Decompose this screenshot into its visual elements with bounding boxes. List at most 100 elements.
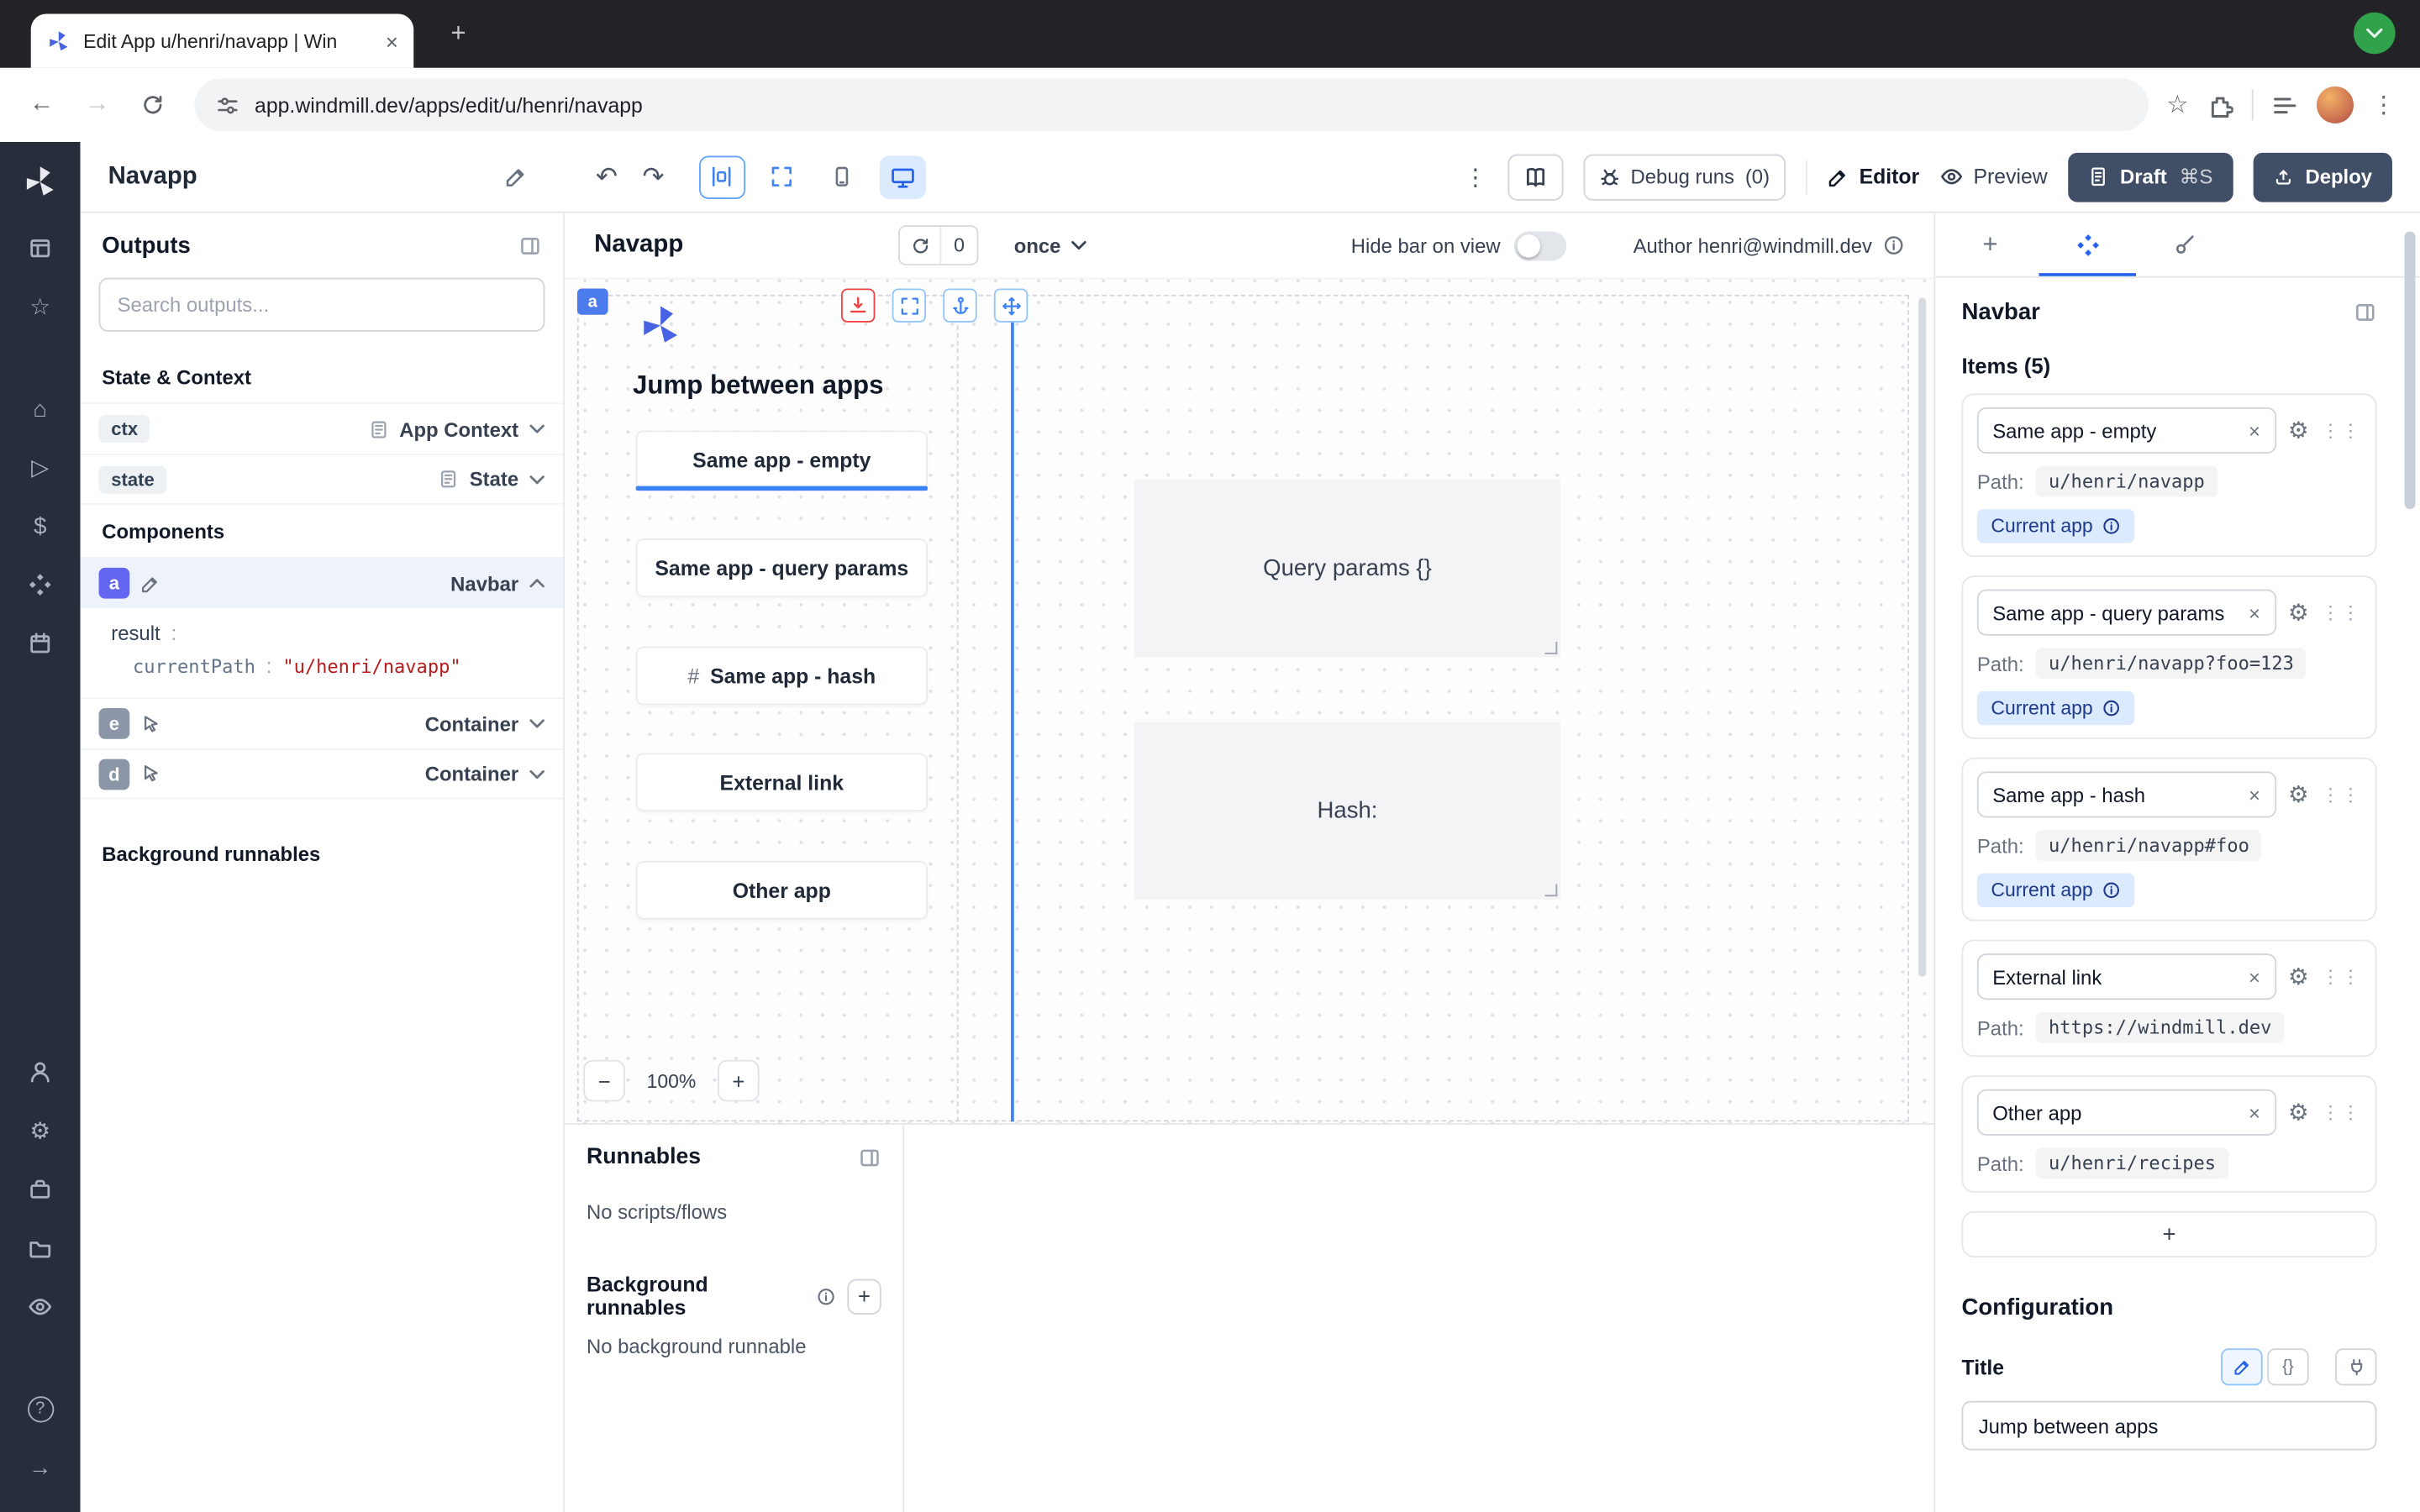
hide-bar-toggle[interactable] <box>1514 231 1566 260</box>
reload-button[interactable] <box>129 81 176 128</box>
anchor-handle-button[interactable] <box>943 288 976 322</box>
folders-icon[interactable] <box>0 1219 81 1278</box>
ctx-row[interactable]: ctx App Context <box>81 402 564 454</box>
apps-icon[interactable] <box>0 219 81 278</box>
drag-handle-icon[interactable]: ⋮⋮ <box>2321 966 2361 988</box>
info-icon[interactable] <box>2102 699 2121 717</box>
component-row-navbar[interactable]: a Navbar <box>81 557 564 608</box>
debug-runs-button[interactable]: Debug runs (0) <box>1583 154 1786 200</box>
more-options-icon[interactable]: ⋮ <box>1464 163 1487 191</box>
resize-handle-icon[interactable] <box>1545 884 1558 896</box>
deploy-button[interactable]: Deploy <box>2253 152 2392 202</box>
editor-tab[interactable]: Editor <box>1827 165 1919 189</box>
item-label-input[interactable]: Other app × <box>1977 1089 2275 1136</box>
item-settings-gear-icon[interactable]: ⚙ <box>2288 963 2309 990</box>
hash-component[interactable]: Hash: <box>1134 722 1560 900</box>
item-path-value[interactable]: u/henri/navapp?foo=123 <box>2036 648 2306 679</box>
rename-app-pencil-icon[interactable] <box>505 165 529 189</box>
item-path-value[interactable]: https://windmill.dev <box>2036 1012 2284 1043</box>
resources-icon[interactable] <box>0 555 81 614</box>
profile-avatar[interactable] <box>2317 87 2354 123</box>
refresh-pill[interactable]: 0 <box>898 225 979 265</box>
item-settings-gear-icon[interactable]: ⚙ <box>2288 1099 2309 1126</box>
variables-icon[interactable]: $ <box>0 496 81 555</box>
drag-handle-icon[interactable]: ⋮⋮ <box>2321 784 2361 806</box>
browser-tab[interactable]: Edit App u/henri/navapp | Win × <box>31 14 414 68</box>
item-path-value[interactable]: u/henri/navapp <box>2036 466 2217 497</box>
component-row-container-d[interactable]: d Container <box>81 748 564 800</box>
settings-components-tab[interactable] <box>2039 213 2136 276</box>
redo-button[interactable]: ↷ <box>643 161 665 192</box>
chevron-down-icon[interactable] <box>529 424 544 433</box>
item-label-input[interactable]: Same app - empty × <box>1977 407 2275 454</box>
expression-mode-button[interactable]: {} <box>2267 1348 2309 1385</box>
zoom-in-button[interactable]: + <box>718 1060 760 1102</box>
fullscreen-button[interactable] <box>759 155 805 198</box>
help-icon[interactable]: ? <box>0 1379 81 1438</box>
users-icon[interactable] <box>0 1043 81 1102</box>
settings-gear-icon[interactable]: ⚙ <box>0 1101 81 1160</box>
connect-input-button[interactable] <box>2335 1348 2377 1385</box>
query-params-component[interactable]: Query params {} <box>1134 480 1560 657</box>
run-mode-dropdown[interactable]: once <box>1014 234 1087 257</box>
item-path-value[interactable]: u/henri/recipes <box>2036 1148 2228 1179</box>
info-icon[interactable] <box>2102 517 2121 535</box>
app-canvas[interactable]: a Jump <box>565 278 1933 1124</box>
selected-component-tag[interactable]: a <box>577 288 608 314</box>
panel-icon[interactable] <box>858 1146 881 1169</box>
align-tool-button[interactable] <box>698 155 744 198</box>
home-icon[interactable]: ⌂ <box>0 380 81 438</box>
component-row-container-e[interactable]: e Container <box>81 697 564 748</box>
title-value-input[interactable] <box>1961 1401 2376 1451</box>
tab-close-icon[interactable]: × <box>386 30 398 52</box>
chevron-up-icon[interactable] <box>529 579 544 588</box>
info-icon[interactable] <box>1883 234 1905 256</box>
workers-icon[interactable] <box>0 1160 81 1219</box>
favorites-star-icon[interactable]: ☆ <box>0 278 81 337</box>
draft-button[interactable]: Draft ⌘S <box>2068 152 2233 202</box>
runs-icon[interactable]: ▷ <box>0 438 81 497</box>
item-label-input[interactable]: Same app - hash × <box>1977 771 2275 817</box>
preview-tab[interactable]: Preview <box>1939 165 2048 189</box>
item-label-input[interactable]: Same app - query params × <box>1977 590 2275 636</box>
audit-eye-icon[interactable] <box>0 1278 81 1336</box>
clear-icon[interactable]: × <box>2249 965 2260 989</box>
tab-search-indicator[interactable] <box>2354 13 2396 55</box>
panel-icon[interactable] <box>2354 301 2377 324</box>
clear-icon[interactable]: × <box>2249 783 2260 806</box>
item-path-value[interactable]: u/henri/navapp#foo <box>2036 830 2261 861</box>
media-controls-icon[interactable] <box>2272 92 2298 118</box>
navbar-item-external-link[interactable]: External link <box>636 753 928 811</box>
rename-component-pencil-icon[interactable] <box>140 573 160 593</box>
extensions-icon[interactable] <box>2207 92 2233 118</box>
insert-handle-button[interactable] <box>841 288 875 322</box>
info-icon[interactable] <box>2102 881 2121 900</box>
state-row[interactable]: state State <box>81 454 564 505</box>
zoom-out-button[interactable]: − <box>583 1060 625 1102</box>
clear-icon[interactable]: × <box>2249 601 2260 624</box>
selection-boundary[interactable] <box>1011 295 1014 1121</box>
resize-handle-icon[interactable] <box>1545 642 1558 654</box>
back-button[interactable]: ← <box>18 81 65 128</box>
schedules-icon[interactable] <box>0 614 81 673</box>
chevron-down-icon[interactable] <box>529 769 544 779</box>
navbar-item-same-app-empty[interactable]: Same app - empty <box>636 430 928 489</box>
expand-handle-button[interactable] <box>892 288 926 322</box>
navbar-item-same-app-hash[interactable]: # Same app - hash <box>636 647 928 706</box>
forward-button[interactable]: → <box>74 81 120 128</box>
search-outputs-input[interactable] <box>99 278 545 332</box>
styling-tab[interactable] <box>2136 213 2233 276</box>
add-item-button[interactable]: + <box>1961 1211 2376 1257</box>
clear-icon[interactable]: × <box>2249 1101 2260 1125</box>
item-settings-gear-icon[interactable]: ⚙ <box>2288 780 2309 808</box>
drag-handle-icon[interactable]: ⋮⋮ <box>2321 1101 2361 1123</box>
item-settings-gear-icon[interactable]: ⚙ <box>2288 599 2309 627</box>
collapse-sidebar-icon[interactable]: → <box>0 1438 81 1497</box>
clear-icon[interactable]: × <box>2249 419 2260 443</box>
windmill-logo-icon[interactable] <box>22 164 59 201</box>
static-edit-mode-button[interactable] <box>2221 1348 2263 1385</box>
insert-component-tab[interactable]: + <box>1942 213 2039 276</box>
drag-handle-icon[interactable]: ⋮⋮ <box>2321 601 2361 623</box>
canvas-scrollbar[interactable] <box>1918 297 1926 976</box>
item-label-input[interactable]: External link × <box>1977 953 2275 1000</box>
